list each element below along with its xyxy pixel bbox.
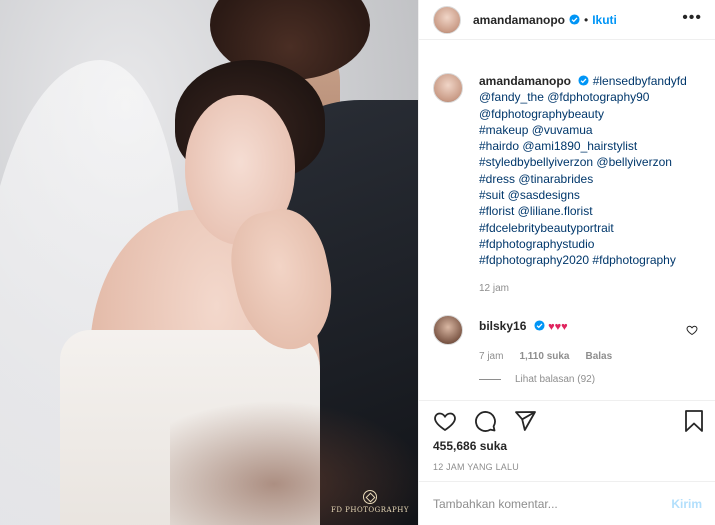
caption-timestamp[interactable]: 12 jam [479, 281, 687, 297]
photo-watermark-logo: FD PHOTOGRAPHY [330, 490, 410, 514]
post-actions: 455,686 suka 12 JAM YANG LALU Kirim [419, 400, 715, 520]
post-header: amandamanopo • Ikuti ••• [419, 0, 715, 40]
send-comment-button[interactable]: Kirim [671, 497, 702, 511]
caption-line[interactable]: @fdphotographybeauty [479, 106, 687, 122]
post-photo[interactable]: FD PHOTOGRAPHY [0, 0, 418, 525]
verified-badge-icon [578, 75, 589, 86]
caption-line[interactable]: #fdphotography2020 #fdphotography [479, 252, 687, 268]
action-icons [433, 409, 537, 433]
heart-icon[interactable] [433, 409, 457, 433]
comment-item: bilsky16 ♥♥♥ 7 jam 1,110 suka Balas [433, 315, 708, 362]
comment-heart-icon[interactable] [686, 324, 698, 336]
verified-badge-icon [534, 320, 545, 331]
caption-line[interactable]: #dress @tinarabrides [479, 171, 687, 187]
post-side-panel: amandamanopo • Ikuti ••• amandamanopo #l… [418, 0, 715, 525]
verified-badge-icon [569, 14, 580, 25]
watermark-text: FD PHOTOGRAPHY [330, 506, 409, 514]
caption-line[interactable]: #florist @liliane.florist [479, 203, 687, 219]
replies-divider [479, 379, 501, 380]
bookmark-icon[interactable] [682, 409, 706, 433]
caption-line[interactable]: #styledbybellyiverzon @bellyiverzon [479, 154, 687, 170]
post-caption: amandamanopo #lensedbyfandyfd @fandy_the… [433, 73, 708, 297]
caption-username[interactable]: amandamanopo [479, 74, 571, 88]
comment-like-count[interactable]: 1,110 suka [519, 351, 569, 362]
follow-button[interactable]: Ikuti [592, 13, 617, 27]
caption-line[interactable]: #fdphotographystudio [479, 236, 687, 252]
caption-line[interactable]: #fdcelebritybeautyportrait [479, 220, 687, 236]
caption-text: amandamanopo #lensedbyfandyfd @fandy_the… [479, 73, 687, 297]
watermark-seal-icon [363, 490, 377, 504]
caption-line[interactable]: #suit @sasdesigns [479, 187, 687, 203]
header-separator: • [584, 12, 589, 27]
comment-body: bilsky16 ♥♥♥ 7 jam 1,110 suka Balas [479, 315, 612, 362]
comment-input[interactable] [433, 497, 672, 511]
view-replies-button[interactable]: Lihat balasan (92) [479, 374, 595, 385]
comment-icon[interactable] [473, 409, 497, 433]
caption-line[interactable]: #hairdo @ami1890_hairstylist [479, 138, 687, 154]
author-username[interactable]: amandamanopo [473, 13, 565, 27]
share-icon[interactable] [513, 409, 537, 433]
comment-reply-button[interactable]: Balas [586, 351, 613, 362]
comment-timestamp[interactable]: 7 jam [479, 351, 503, 362]
commenter-avatar[interactable] [433, 315, 463, 345]
view-replies-label: Lihat balasan (92) [515, 374, 596, 385]
comment-form: Kirim [419, 481, 715, 525]
caption-avatar[interactable] [433, 73, 463, 103]
comment-text: ♥♥♥ [548, 321, 568, 333]
comment-meta: 7 jam 1,110 suka Balas [479, 351, 612, 362]
caption-line[interactable]: #makeup @vuvamua [479, 122, 687, 138]
more-icon[interactable]: ••• [682, 10, 702, 26]
caption-line[interactable]: #lensedbyfandyfd [593, 74, 687, 88]
post-timestamp[interactable]: 12 JAM YANG LALU [433, 462, 519, 472]
like-count[interactable]: 455,686 suka [433, 439, 507, 453]
author-avatar[interactable] [433, 5, 461, 34]
commenter-username[interactable]: bilsky16 [479, 319, 526, 333]
caption-line[interactable]: @fandy_the @fdphotography90 [479, 89, 687, 105]
